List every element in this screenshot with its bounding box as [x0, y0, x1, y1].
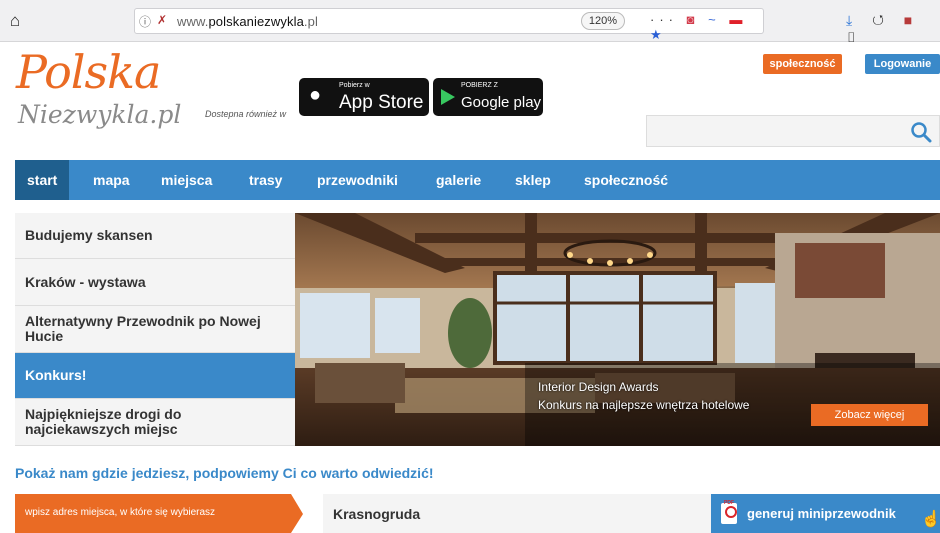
generate-guide-button[interactable]: generuj miniprzewodnik [711, 484, 940, 533]
login-button[interactable]: Logowanie [865, 54, 940, 74]
hero-caption-title: Interior Design Awards [538, 380, 659, 394]
appstore-badge[interactable]: ● Pobierz w App Store [299, 78, 429, 116]
addon-icon[interactable]: ■ [904, 12, 920, 28]
destination-input[interactable]: wpisz adres miejsca, w które się wybiera… [15, 494, 303, 533]
community-button[interactable]: społeczność [763, 54, 842, 74]
featured-list: Budujemy skansen Kraków - wystawa Altern… [15, 213, 313, 446]
info-icon[interactable]: ⓘ [139, 13, 151, 30]
googleplay-label: Google play [461, 94, 542, 111]
toolbar-right-icons: ⤓ ↺ ■ ▯ [846, 12, 940, 46]
insecure-lock-icon[interactable]: ✗ [157, 13, 167, 27]
featured-item-label: Konkurs! [25, 367, 87, 383]
page-actions-icon[interactable]: ··· [650, 12, 678, 27]
featured-item-label: Alternatywny Przewodnik po Nowej Hucie [25, 313, 261, 344]
search-input[interactable] [646, 115, 940, 147]
search-icon[interactable] [909, 120, 933, 144]
featured-item[interactable]: Kraków - wystawa [15, 259, 295, 306]
hand-cursor-icon: ☝ [921, 511, 940, 528]
download-icon[interactable]: ⤓ [846, 12, 860, 28]
featured-item-label: Najpiękniejsze drogi do najciekawszych m… [25, 406, 182, 437]
extension-icon[interactable]: ~ [708, 12, 721, 27]
appstore-small-label: Pobierz w [339, 82, 370, 89]
nav-item-galerie[interactable]: galerie [424, 160, 493, 200]
home-icon[interactable]: ⌂ [2, 10, 28, 32]
site-logo[interactable]: Polska [16, 46, 161, 98]
nav-item-sklep[interactable]: sklep [503, 160, 563, 200]
nav-item-trasy[interactable]: trasy [237, 160, 294, 200]
see-more-button[interactable]: Zobacz więcej [811, 404, 928, 426]
zoom-level-badge[interactable]: 120% [581, 12, 625, 30]
sidebar-icon[interactable]: ▯ [846, 29, 865, 45]
available-on-label: Dostepna również w [205, 109, 287, 119]
url-action-icons: ··· ◙ ~ ▬ ★ [650, 12, 763, 43]
hero-caption-text: Konkurs na najlepsze wnętrza hotelowe [538, 398, 750, 412]
apple-icon: ● [309, 84, 322, 106]
nav-item-przewodniki[interactable]: przewodniki [305, 160, 410, 200]
featured-item[interactable]: Najpiękniejsze drogi do najciekawszych m… [15, 399, 295, 446]
featured-item-label: Budujemy skansen [25, 227, 153, 243]
featured-item[interactable]: Budujemy skansen [15, 213, 295, 259]
history-icon[interactable]: ↺ [872, 12, 892, 28]
nav-item-spolecznosc[interactable]: społeczność [572, 160, 680, 200]
browser-toolbar: ⌂ ⓘ ✗ www.polskaniezwykla.pl 120% ··· ◙ … [0, 0, 940, 45]
site-logo-subtitle[interactable]: Niezwykla.pl [18, 100, 181, 130]
nav-item-miejsca[interactable]: miejsca [149, 160, 224, 200]
url-text: www.polskaniezwykla.pl [177, 14, 318, 29]
address-bar[interactable]: ⓘ ✗ www.polskaniezwykla.pl 120% ··· ◙ ~ … [134, 8, 764, 42]
nav-item-start[interactable]: start [15, 160, 70, 200]
recording-icon[interactable]: ▬ [729, 12, 747, 27]
featured-item-active[interactable]: Konkurs! [15, 353, 313, 399]
tagline-heading: Pokaż nam gdzie jedziesz, podpowiemy Ci … [15, 465, 434, 481]
googleplay-small-label: POBIERZ Z [461, 82, 498, 89]
googleplay-badge[interactable]: POBIERZ Z Google play [433, 78, 543, 116]
generate-guide-label: generuj miniprzewodnik [747, 506, 896, 521]
place-name-field[interactable]: Krasnogruda [323, 494, 711, 533]
appstore-label: App Store [339, 92, 424, 113]
pocket-icon[interactable]: ◙ [687, 12, 700, 27]
pdf-icon [721, 484, 737, 524]
featured-item-label: Kraków - wystawa [25, 273, 146, 290]
main-navigation: start mapa miejsca trasy przewodniki gal… [15, 160, 940, 200]
bookmark-star-icon[interactable]: ★ [650, 27, 667, 42]
nav-item-mapa[interactable]: mapa [81, 160, 142, 200]
featured-item[interactable]: Alternatywny Przewodnik po Nowej Hucie [15, 306, 295, 353]
google-play-icon [441, 89, 455, 105]
hero-banner[interactable]: Interior Design Awards Konkurs na najlep… [295, 213, 940, 446]
